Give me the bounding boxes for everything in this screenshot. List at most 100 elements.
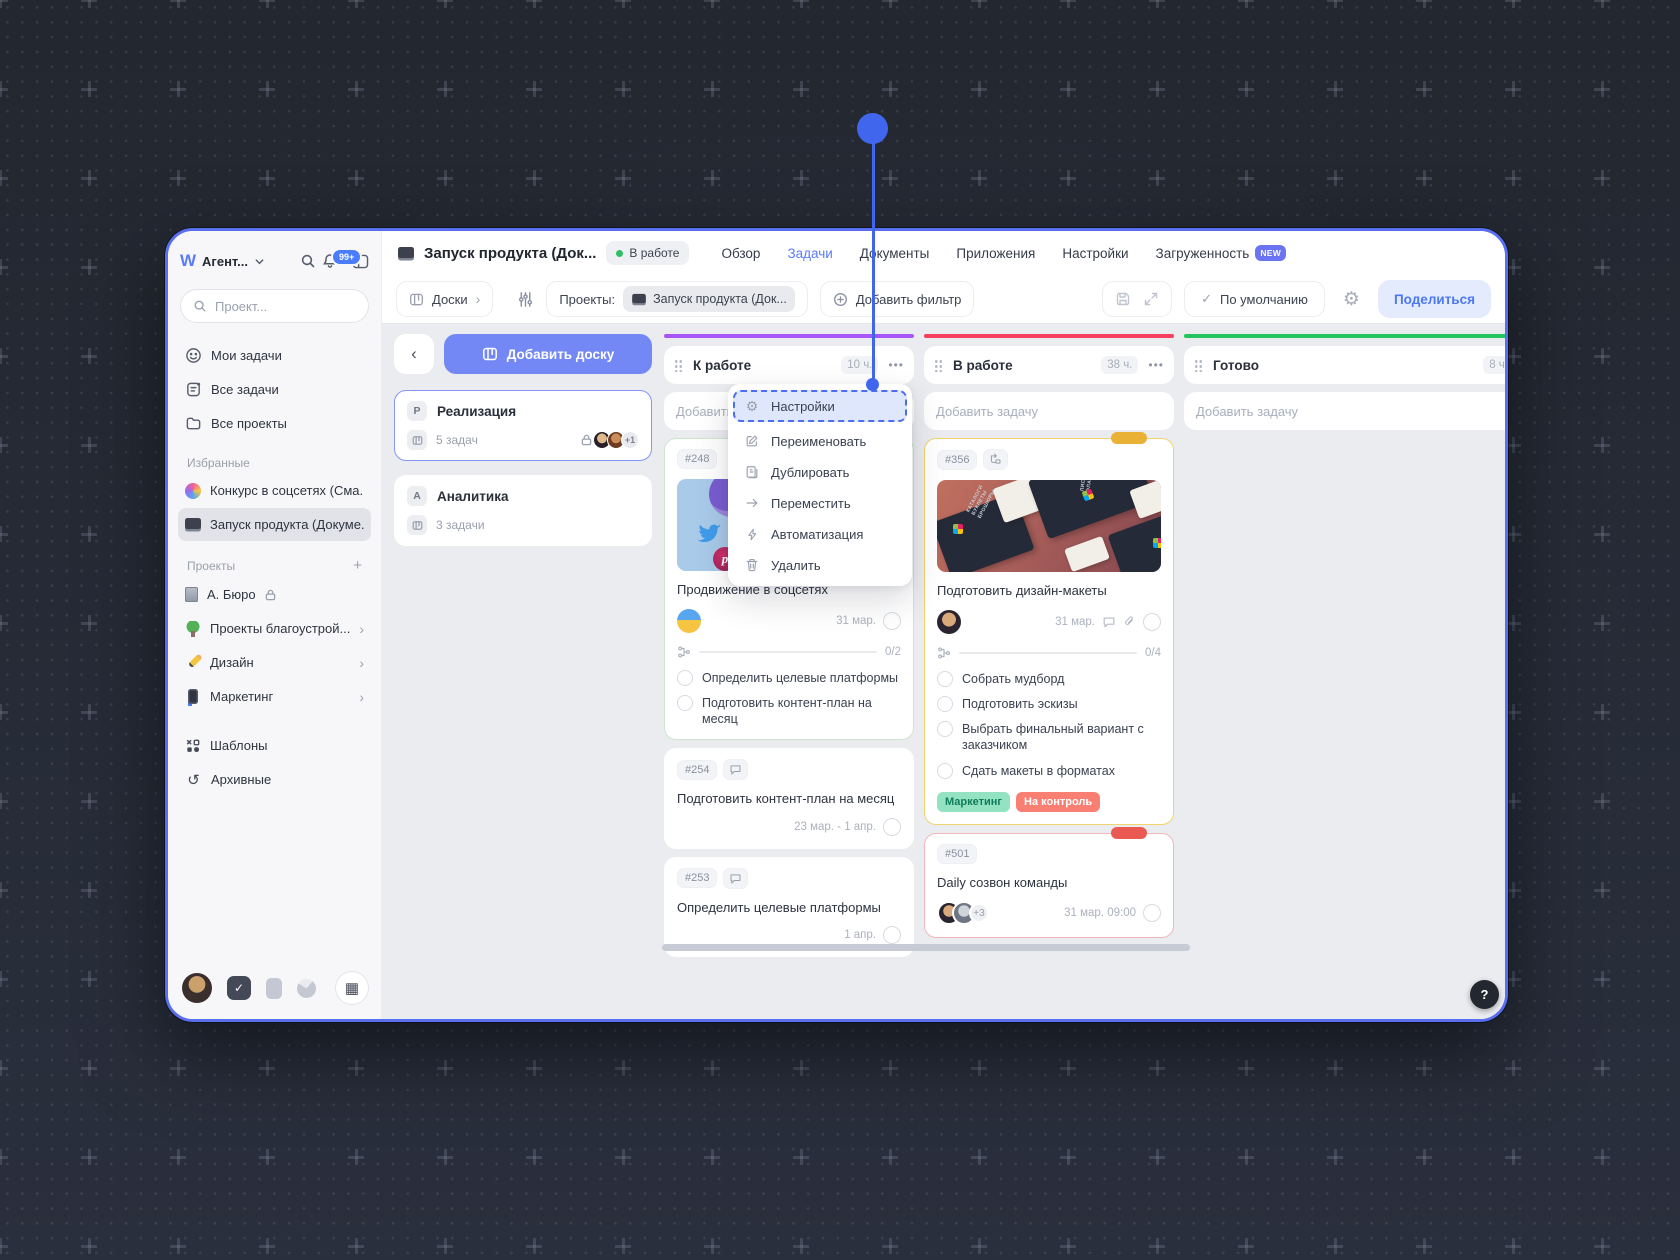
menu-item-settings[interactable]: ⚙ Настройки: [733, 390, 907, 422]
projects-filter[interactable]: Проекты: Запуск продукта (Док...: [546, 281, 808, 317]
complete-checkbox[interactable]: [883, 817, 901, 836]
project-header: Запуск продукта (Док... В работе Обзор З…: [382, 231, 1505, 275]
sidebar-item-all-projects[interactable]: Все проекты: [178, 407, 371, 440]
sidebar-item-favorite-contest[interactable]: Конкурс в соцсетях (Сма...: [178, 474, 371, 507]
tag-control[interactable]: На контроль: [1016, 791, 1101, 812]
boards-view-button[interactable]: Доски ›: [396, 281, 494, 317]
smiley-icon: [185, 347, 202, 364]
stats-pie-icon[interactable]: [297, 978, 316, 998]
tab-settings[interactable]: Настройки: [1062, 246, 1128, 261]
logo-dot: [953, 524, 963, 534]
tab-documents[interactable]: Документы: [860, 246, 930, 261]
complete-checkbox[interactable]: [883, 926, 901, 945]
column-header[interactable]: Готово 8 ч.: [1184, 346, 1505, 384]
sidebar-item-all-tasks[interactable]: Все задачи: [178, 373, 371, 406]
board-item-analytics[interactable]: A Аналитика 3 задачи: [394, 475, 652, 546]
complete-checkbox[interactable]: [1143, 904, 1161, 923]
chevron-right-icon[interactable]: ›: [359, 655, 364, 671]
add-task-field[interactable]: Добавить задачу: [1184, 392, 1505, 430]
checklist-item[interactable]: Подготовить контент-план на месяц: [677, 694, 901, 728]
status-badge[interactable]: В работе: [606, 241, 690, 265]
board-task-count: 3 задачи: [436, 518, 485, 532]
task-card-254[interactable]: #254 Подготовить контент-план на месяц 2…: [664, 748, 914, 849]
tag-marketing[interactable]: Маркетинг: [937, 791, 1010, 812]
collapse-boards-button[interactable]: ‹: [394, 334, 434, 374]
help-button[interactable]: ?: [1470, 980, 1499, 1009]
notifications-button[interactable]: 99+: [322, 248, 363, 269]
checkbox-circle[interactable]: [937, 695, 953, 712]
drag-handle-icon[interactable]: [1194, 358, 1203, 372]
checkbox-circle[interactable]: [937, 721, 953, 738]
tab-tasks[interactable]: Задачи: [787, 246, 832, 261]
menu-item-duplicate[interactable]: Дублировать: [735, 458, 905, 486]
menu-item-delete[interactable]: Удалить: [735, 551, 905, 579]
column-header[interactable]: К работе 10 ч. •••: [664, 346, 914, 384]
sidebar-item-project-design[interactable]: Дизайн ›: [178, 646, 371, 679]
sidebar-item-my-tasks[interactable]: Мои задачи: [178, 339, 371, 372]
add-filter-button[interactable]: Добавить фильтр: [819, 281, 975, 317]
checklist-item[interactable]: Выбрать финальный вариант с заказчиком: [937, 721, 1161, 754]
save-icon[interactable]: [1115, 291, 1131, 307]
chevron-down-icon[interactable]: [254, 256, 265, 267]
drag-handle-icon[interactable]: [674, 358, 683, 372]
chevron-right-icon[interactable]: ›: [359, 689, 364, 705]
tab-overview[interactable]: Обзор: [721, 246, 760, 261]
user-avatar[interactable]: [182, 973, 212, 1003]
due-date: 1 апр.: [844, 929, 876, 942]
checklist-item[interactable]: Определить целевые платформы: [677, 669, 901, 686]
add-project-button[interactable]: +: [353, 557, 362, 574]
column-done: Готово 8 ч. Добавить задачу: [1184, 334, 1505, 1009]
sidebar-item-templates[interactable]: Шаблоны: [178, 729, 371, 762]
laptop-icon: [185, 518, 201, 529]
sidebar-item-project-landscaping[interactable]: Проекты благоустрой... ›: [178, 612, 371, 645]
tab-apps[interactable]: Приложения: [956, 246, 1035, 261]
sidebar-item-project-marketing[interactable]: Маркетинг ›: [178, 680, 371, 713]
gear-icon[interactable]: ⚙: [1343, 288, 1360, 311]
sidebar-item-project-bureau[interactable]: А. Бюро: [178, 578, 371, 611]
drag-handle-icon[interactable]: [934, 358, 943, 372]
complete-checkbox[interactable]: [883, 611, 901, 630]
docs-icon[interactable]: [266, 977, 282, 999]
menu-item-move[interactable]: Переместить: [735, 489, 905, 517]
complete-checkbox[interactable]: [1143, 612, 1161, 631]
checkbox-circle[interactable]: [677, 669, 693, 686]
add-task-field[interactable]: Добавить задачу: [924, 392, 1174, 430]
task-card-501[interactable]: #501 Daily созвон команды +3 31 мар. 09:…: [924, 826, 1174, 939]
history-icon: ↺: [187, 771, 200, 789]
workspace-name[interactable]: Агент...: [202, 254, 248, 269]
checkbox-circle[interactable]: [937, 670, 953, 687]
tab-workload[interactable]: Загруженность: [1156, 246, 1250, 261]
project-filter-chip[interactable]: Запуск продукта (Док...: [623, 286, 795, 312]
tasks-check-icon[interactable]: ✓: [227, 976, 251, 1000]
column-header[interactable]: В работе 38 ч. •••: [924, 346, 1174, 384]
add-board-button[interactable]: Добавить доску: [444, 334, 652, 374]
expand-icon[interactable]: [1143, 291, 1159, 307]
checklist-item[interactable]: Сдать макеты в форматах: [937, 762, 1161, 779]
comment-icon: [723, 867, 749, 889]
search-input[interactable]: [215, 298, 356, 314]
apps-grid-button[interactable]: ▦: [335, 971, 369, 1005]
search-icon[interactable]: [300, 253, 316, 269]
column-menu-button[interactable]: •••: [1148, 358, 1164, 372]
board-item-realization[interactable]: P Реализация 5 задач +1: [394, 390, 652, 461]
checklist-item[interactable]: Собрать мудборд: [937, 670, 1161, 687]
app-logo: W: [180, 251, 197, 270]
horizontal-scrollbar[interactable]: [662, 944, 1190, 951]
share-button[interactable]: Поделиться: [1377, 280, 1491, 318]
column-menu-button[interactable]: •••: [888, 358, 904, 372]
sidebar-item-archive[interactable]: ↺ Архивные: [178, 763, 371, 796]
menu-item-automation[interactable]: Автоматизация: [735, 520, 905, 548]
task-id-badge: #253: [677, 868, 718, 889]
view-selector[interactable]: ✓ По умолчанию: [1184, 281, 1325, 317]
chevron-right-icon[interactable]: ›: [359, 621, 364, 637]
task-card-356[interactable]: #356 КАТАЛОГИ БУКЛЕТЫ БРОШЮРЫ ЛИСТОВКИ Ф…: [924, 432, 1174, 825]
checklist-item[interactable]: Подготовить эскизы: [937, 695, 1161, 712]
sidebar-item-favorite-product-launch[interactable]: Запуск продукта (Докуме...: [178, 508, 371, 541]
task-card-253[interactable]: #253 Определить целевые платформы 1 апр.: [664, 856, 914, 958]
menu-item-rename[interactable]: Переименовать: [735, 427, 905, 455]
checkbox-circle[interactable]: [937, 762, 953, 779]
lock-icon: [265, 589, 276, 601]
filter-sliders-icon[interactable]: [517, 291, 534, 308]
project-search-field[interactable]: [180, 289, 369, 323]
checkbox-circle[interactable]: [677, 694, 693, 711]
